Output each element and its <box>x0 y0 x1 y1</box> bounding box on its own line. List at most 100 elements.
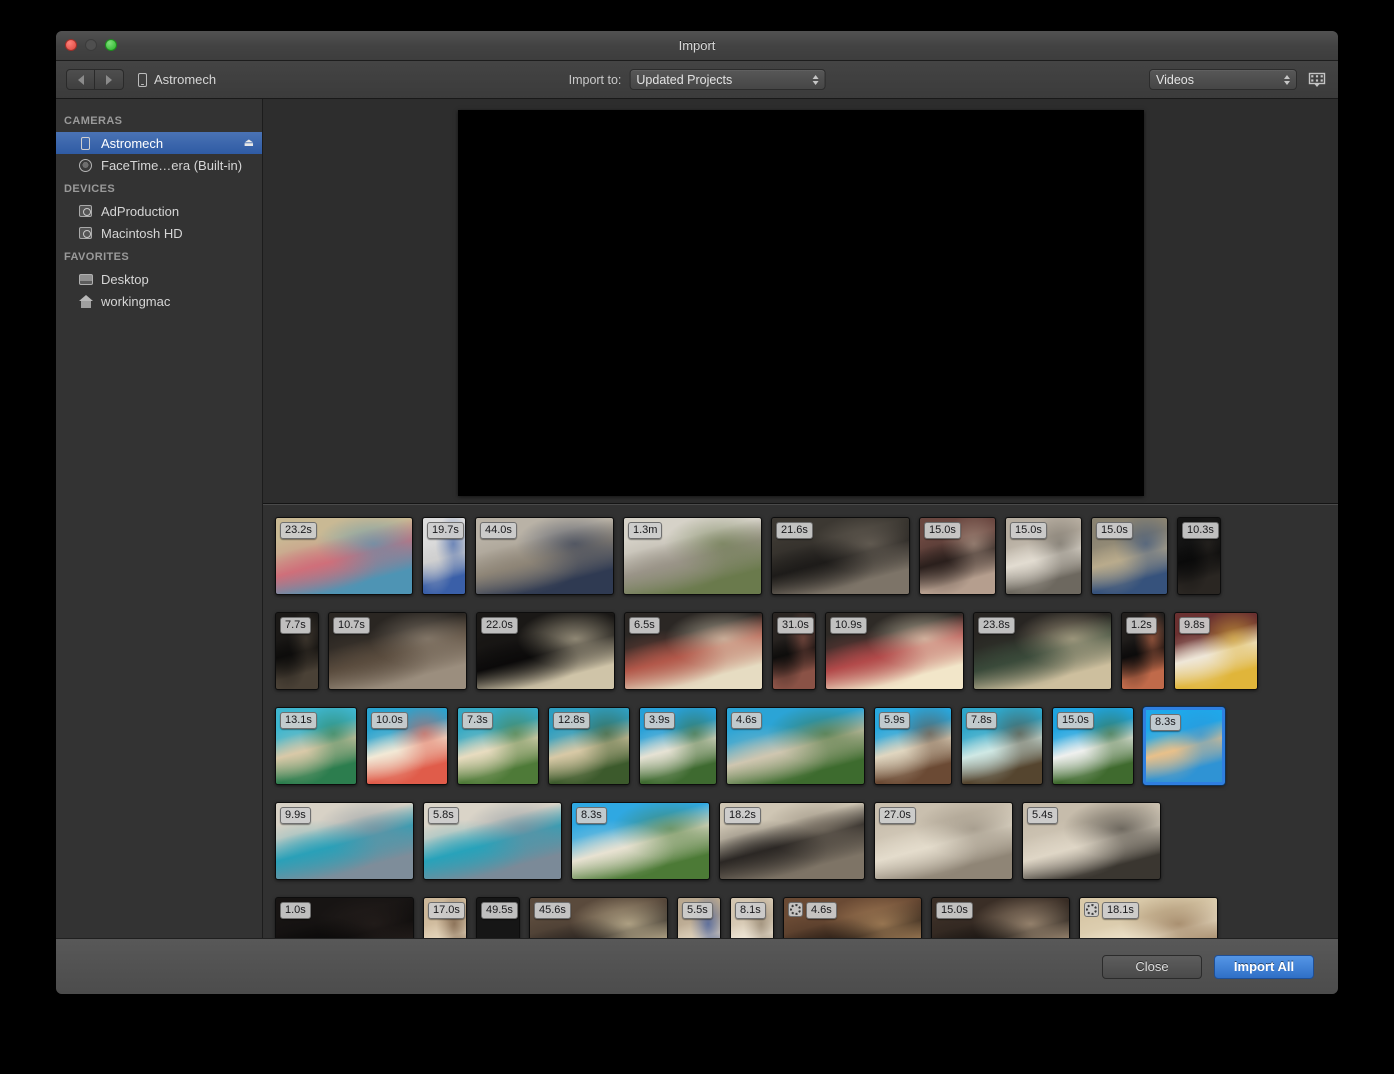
clip-thumbnail[interactable]: 10.0s <box>366 707 448 785</box>
clip-thumbnail[interactable]: 19.7s <box>422 517 466 595</box>
sidebar-item-macintosh-hd[interactable]: Macintosh HD <box>56 222 262 244</box>
clip-thumbnail[interactable]: 5.5s <box>677 897 721 938</box>
clip-thumbnail[interactable]: 21.6s <box>771 517 910 595</box>
clip-row: 9.9s 5.8s 8.3s 18.2s 27.0s 5.4s <box>275 802 1338 888</box>
clip-thumbnail[interactable]: 7.3s <box>457 707 539 785</box>
clip-duration-badge: 12.8s <box>553 712 590 729</box>
window-body: CAMERAS Astromech ⏏ FaceTime…era (Built-in)… <box>56 99 1338 938</box>
clip-duration-badge: 27.0s <box>879 807 916 824</box>
clip-thumbnail[interactable]: 22.0s <box>476 612 615 690</box>
clip-thumbnail[interactable]: 15.0s <box>919 517 996 595</box>
clip-thumbnail[interactable]: 10.7s <box>328 612 467 690</box>
sidebar-item-label: FaceTime…era (Built-in) <box>101 157 243 173</box>
clip-duration-badge: 15.0s <box>1057 712 1094 729</box>
sidebar-item-label: AdProduction <box>101 203 180 219</box>
clip-thumbnail[interactable]: 10.9s <box>825 612 964 690</box>
sidebar-item-astromech[interactable]: Astromech ⏏ <box>56 132 262 154</box>
loading-spinner-icon <box>1084 902 1099 917</box>
clip-row: 1.0s 17.0s 49.5s 45.6s 5.5s 8.1s 4.6s 15.0s 18.1… <box>275 897 1338 938</box>
clip-thumbnail[interactable]: 15.0s <box>1005 517 1082 595</box>
clip-thumbnail[interactable]: 13.1s <box>275 707 357 785</box>
clip-thumbnail[interactable]: 31.0s <box>772 612 816 690</box>
clip-thumbnail[interactable]: 15.0s <box>931 897 1070 938</box>
eject-icon[interactable]: ⏏ <box>244 137 254 149</box>
clip-duration-badge: 10.3s <box>1182 522 1219 539</box>
clip-thumbnail[interactable]: 8.3s <box>1143 707 1225 785</box>
chevron-updown-icon <box>1284 70 1290 89</box>
clip-duration-badge: 44.0s <box>480 522 517 539</box>
forward-button[interactable] <box>95 69 124 90</box>
clip-duration-badge: 17.0s <box>428 902 465 919</box>
clip-thumbnail[interactable]: 23.8s <box>973 612 1112 690</box>
clip-thumbnail[interactable]: 9.9s <box>275 802 414 880</box>
media-type-filter-dropdown[interactable]: Videos <box>1149 69 1297 90</box>
clip-duration-badge: 45.6s <box>534 902 571 919</box>
sidebar-item-adproduction[interactable]: AdProduction <box>56 200 262 222</box>
clip-duration-badge: 13.1s <box>280 712 317 729</box>
import-all-button[interactable]: Import All <box>1214 954 1314 979</box>
clip-appearance-button[interactable] <box>1306 69 1328 91</box>
clip-thumbnail[interactable]: 45.6s <box>529 897 668 938</box>
clip-browser[interactable]: 23.2s 19.7s 44.0s 1.3m 21.6s 15.0s 15.0s 15.0s 1… <box>263 504 1338 938</box>
clip-thumbnail[interactable]: 8.3s <box>571 802 710 880</box>
clip-thumbnail[interactable]: 1.2s <box>1121 612 1165 690</box>
sidebar-item-facetime-era-built-in[interactable]: FaceTime…era (Built-in) <box>56 154 262 176</box>
clip-thumbnail[interactable]: 23.2s <box>275 517 413 595</box>
clip-thumbnail[interactable]: 15.0s <box>1091 517 1168 595</box>
clip-thumbnail[interactable]: 5.9s <box>874 707 952 785</box>
clip-thumbnail[interactable]: 7.8s <box>961 707 1043 785</box>
clip-thumbnail[interactable]: 17.0s <box>423 897 467 938</box>
hard-disk-icon <box>78 205 93 217</box>
clip-thumbnail[interactable]: 1.0s <box>275 897 414 938</box>
clip-duration-badge: 7.8s <box>966 712 997 729</box>
media-type-filter-value: Videos <box>1156 72 1194 87</box>
clip-thumbnail[interactable]: 4.6s <box>726 707 865 785</box>
clip-duration-badge: 8.3s <box>1150 714 1181 731</box>
current-device-name: Astromech <box>154 72 217 87</box>
clip-thumbnail[interactable]: 7.7s <box>275 612 319 690</box>
clip-duration-badge: 31.0s <box>777 617 814 634</box>
clip-thumbnail[interactable]: 18.2s <box>719 802 865 880</box>
back-button[interactable] <box>66 69 95 90</box>
clip-thumbnail[interactable]: 6.5s <box>624 612 763 690</box>
clip-duration-badge: 18.1s <box>1102 902 1139 919</box>
phone-icon <box>138 72 147 87</box>
sidebar-item-workingmac[interactable]: workingmac <box>56 290 262 312</box>
clip-duration-badge: 4.6s <box>806 902 837 919</box>
clip-duration-badge: 8.1s <box>735 902 766 919</box>
clip-thumbnail[interactable]: 10.3s <box>1177 517 1221 595</box>
preview-video[interactable] <box>457 110 1144 496</box>
chevron-left-icon <box>77 74 84 85</box>
clip-duration-badge: 15.0s <box>936 902 973 919</box>
clip-duration-badge: 5.4s <box>1027 807 1058 824</box>
current-device-label: Astromech <box>138 72 216 87</box>
sidebar-item-label: Macintosh HD <box>101 225 183 241</box>
clip-thumbnail[interactable]: 8.1s <box>730 897 774 938</box>
import-to-dropdown[interactable]: Updated Projects <box>629 69 826 90</box>
phone-icon <box>78 136 93 150</box>
navigation-buttons <box>66 69 124 90</box>
window-titlebar: Import <box>56 31 1338 61</box>
camera-icon <box>78 158 93 172</box>
clip-thumbnail[interactable]: 4.6s <box>783 897 922 938</box>
clip-row: 7.7s 10.7s 22.0s 6.5s 31.0s 10.9s 23.8s 1.2s 9.8… <box>275 612 1338 698</box>
clip-thumbnail[interactable]: 15.0s <box>1052 707 1134 785</box>
sidebar-item-desktop[interactable]: Desktop <box>56 268 262 290</box>
clip-thumbnail[interactable]: 1.3m <box>623 517 762 595</box>
clip-thumbnail[interactable]: 49.5s <box>476 897 520 938</box>
clip-thumbnail[interactable]: 3.9s <box>639 707 717 785</box>
clip-duration-badge: 10.7s <box>333 617 370 634</box>
desktop-icon <box>78 273 93 285</box>
clip-row: 13.1s 10.0s 7.3s 12.8s 3.9s 4.6s 5.9s 7.8s 15.0s… <box>275 707 1338 793</box>
clip-duration-badge: 15.0s <box>1096 522 1133 539</box>
clip-thumbnail[interactable]: 9.8s <box>1174 612 1258 690</box>
clip-thumbnail[interactable]: 18.1s <box>1079 897 1218 938</box>
sidebar: CAMERAS Astromech ⏏ FaceTime…era (Built-in)… <box>56 99 263 938</box>
clip-thumbnail[interactable]: 12.8s <box>548 707 630 785</box>
close-button[interactable]: Close <box>1102 954 1202 979</box>
clip-duration-badge: 8.3s <box>576 807 607 824</box>
clip-thumbnail[interactable]: 5.4s <box>1022 802 1161 880</box>
clip-thumbnail[interactable]: 44.0s <box>475 517 614 595</box>
clip-thumbnail[interactable]: 5.8s <box>423 802 562 880</box>
clip-thumbnail[interactable]: 27.0s <box>874 802 1013 880</box>
